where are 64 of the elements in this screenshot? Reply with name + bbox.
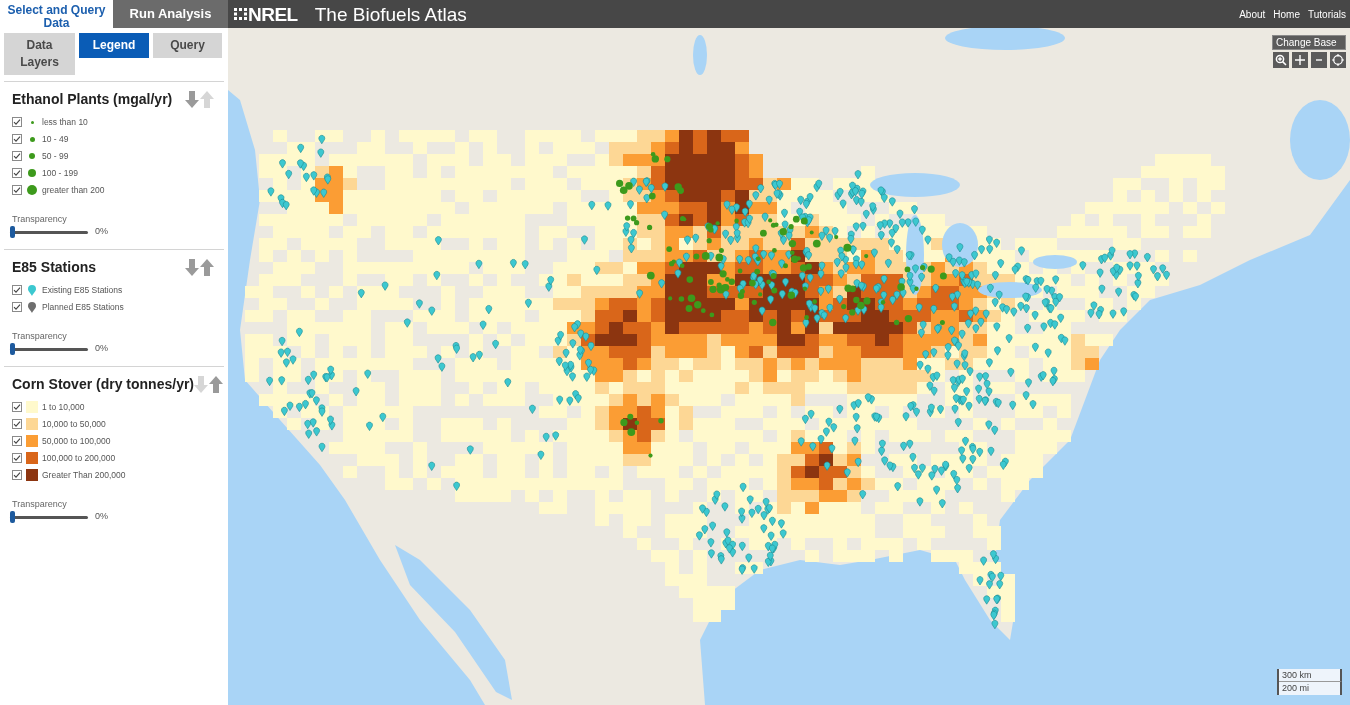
zoom-in-icon xyxy=(1275,54,1287,66)
arrow-down-icon[interactable] xyxy=(185,258,199,276)
legend-label: Greater Than 200,000 xyxy=(42,468,126,482)
minus-icon xyxy=(1316,59,1322,61)
checkbox[interactable] xyxy=(12,117,22,127)
transparency-label: Transparency xyxy=(12,331,67,342)
checkbox[interactable] xyxy=(12,453,22,463)
legend-label: greater than 200 xyxy=(42,183,105,197)
slider-thumb[interactable] xyxy=(10,343,15,355)
checkbox[interactable] xyxy=(12,134,22,144)
tab[interactable]: Run Analysis xyxy=(113,0,228,28)
checkbox[interactable] xyxy=(12,470,22,480)
logo-icon xyxy=(234,8,247,20)
nav-link[interactable]: Home xyxy=(1273,6,1300,22)
transparency-value: 0% xyxy=(95,510,108,524)
legend-label: 50 - 99 xyxy=(42,149,69,163)
transparency-label: Transparency xyxy=(12,499,67,510)
nav-link[interactable]: Tutorials xyxy=(1308,6,1346,22)
checkbox[interactable] xyxy=(12,436,22,446)
checkbox[interactable] xyxy=(12,168,22,178)
arrow-up-icon[interactable] xyxy=(200,258,214,276)
checkbox[interactable] xyxy=(12,285,22,295)
scale-label: 300 km xyxy=(1279,669,1342,682)
transparency-slider[interactable] xyxy=(10,343,88,355)
tab[interactable]: Query xyxy=(153,33,222,58)
layer-title: Ethanol Plants (mgal/yr) xyxy=(12,89,173,109)
zoom-out-button[interactable] xyxy=(1311,52,1327,68)
scale-label: 200 mi xyxy=(1279,682,1342,695)
legend-label: 100 - 199 xyxy=(42,166,78,180)
legend-label: less than 10 xyxy=(42,115,88,129)
transparency-slider[interactable] xyxy=(10,226,88,238)
layer-title: Corn Stover (dry tonnes/yr) xyxy=(12,374,195,394)
arrow-up-icon[interactable] xyxy=(209,375,224,393)
legend-label: 10 - 49 xyxy=(42,132,69,146)
zoom-area-button[interactable] xyxy=(1273,52,1289,68)
locate-button[interactable] xyxy=(1330,52,1346,68)
legend-label: 100,000 to 200,000 xyxy=(42,451,116,465)
checkbox[interactable] xyxy=(12,419,22,429)
plus-icon xyxy=(1295,55,1305,65)
checkbox[interactable] xyxy=(12,402,22,412)
checkbox[interactable] xyxy=(12,185,22,195)
checkbox[interactable] xyxy=(12,302,22,312)
zoom-in-button[interactable] xyxy=(1292,52,1308,68)
nav-link[interactable]: About xyxy=(1239,6,1266,22)
slider-thumb[interactable] xyxy=(10,226,15,238)
tab[interactable]: Data Layers xyxy=(4,33,75,75)
transparency-value: 0% xyxy=(95,225,108,239)
legend-label: 50,000 to 100,000 xyxy=(42,434,111,448)
arrow-down-icon[interactable] xyxy=(185,90,199,108)
transparency-label: Transparency xyxy=(12,214,67,225)
transparency-value: 0% xyxy=(95,342,108,356)
checkbox[interactable] xyxy=(12,151,22,161)
logo-text[interactable]: NREL xyxy=(248,4,298,24)
change-base-button[interactable]: Change Base xyxy=(1272,35,1346,50)
legend-label: 10,000 to 50,000 xyxy=(42,417,106,431)
legend-label: Planned E85 Stations xyxy=(42,300,124,314)
crosshair-icon xyxy=(1332,54,1344,66)
transparency-slider[interactable] xyxy=(10,511,88,523)
legend-label: Existing E85 Stations xyxy=(42,283,123,297)
legend-label: 1 to 10,000 xyxy=(42,400,85,414)
app-title: The Biofuels Atlas xyxy=(314,4,467,24)
tab[interactable]: Legend xyxy=(79,33,149,58)
slider-thumb[interactable] xyxy=(10,511,15,523)
layer-title: E85 Stations xyxy=(12,257,97,277)
